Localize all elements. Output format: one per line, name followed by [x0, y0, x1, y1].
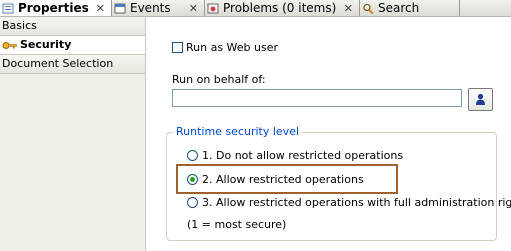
run-as-web-user-option[interactable]: Run as Web user — [172, 41, 278, 54]
close-icon[interactable]: ✕ — [344, 2, 359, 15]
tab-label: Problems (0 items) — [223, 1, 337, 15]
tab-label: Events — [130, 1, 171, 15]
person-icon — [476, 93, 485, 105]
security-scale-note: (1 = most secure) — [187, 218, 287, 231]
security-option-2[interactable]: 2. Allow restricted operations — [187, 173, 364, 186]
nav-item-label: Document Selection — [2, 57, 114, 70]
tab-events[interactable]: Events ✕ — [112, 0, 205, 16]
security-properties-panel: Run as Web user Run on behalf of: Runtim… — [146, 17, 511, 251]
close-icon[interactable]: ✕ — [96, 2, 111, 15]
security-option-1[interactable]: 1. Do not allow restricted operations — [187, 149, 403, 162]
run-as-web-user-checkbox[interactable] — [172, 42, 183, 53]
run-on-behalf-label: Run on behalf of: — [172, 73, 266, 86]
search-icon — [363, 3, 374, 14]
properties-icon — [2, 3, 14, 13]
select-user-button[interactable] — [468, 88, 493, 111]
radio-button[interactable] — [187, 197, 198, 208]
security-option-3[interactable]: 3. Allow restricted operations with full… — [187, 196, 511, 209]
nav-item-document-selection[interactable]: Document Selection — [0, 55, 145, 74]
tab-search[interactable]: Search — [360, 0, 460, 16]
events-icon — [114, 3, 126, 13]
run-as-web-user-label: Run as Web user — [186, 41, 279, 54]
run-on-behalf-input[interactable] — [172, 89, 462, 107]
option-label: 2. Allow restricted operations — [202, 173, 364, 186]
nav-item-label: Security — [20, 38, 72, 51]
nav-item-security[interactable]: Security — [0, 36, 145, 55]
tab-problems[interactable]: Problems (0 items) ✕ — [205, 0, 360, 16]
group-title: Runtime security level — [173, 125, 303, 138]
nav-item-basics[interactable]: Basics — [0, 17, 145, 36]
option-label: 3. Allow restricted operations with full… — [202, 196, 511, 209]
problems-icon — [207, 3, 219, 13]
key-icon — [2, 41, 17, 49]
tab-label: Search — [378, 1, 420, 15]
option-label: 1. Do not allow restricted operations — [202, 149, 404, 162]
close-icon[interactable]: ✕ — [189, 2, 204, 15]
radio-button[interactable] — [187, 150, 198, 161]
tab-label: Properties — [18, 1, 89, 15]
property-sections-nav: Basics Security Document Selection — [0, 17, 146, 251]
radio-button-selected[interactable] — [187, 174, 198, 185]
tab-properties[interactable]: Properties ✕ — [0, 0, 112, 16]
runtime-security-level-group: Runtime security level 1. Do not allow r… — [166, 125, 511, 241]
view-tab-bar: Properties ✕ Events ✕ Problems (0 items)… — [0, 0, 511, 17]
nav-item-label: Basics — [2, 19, 37, 32]
